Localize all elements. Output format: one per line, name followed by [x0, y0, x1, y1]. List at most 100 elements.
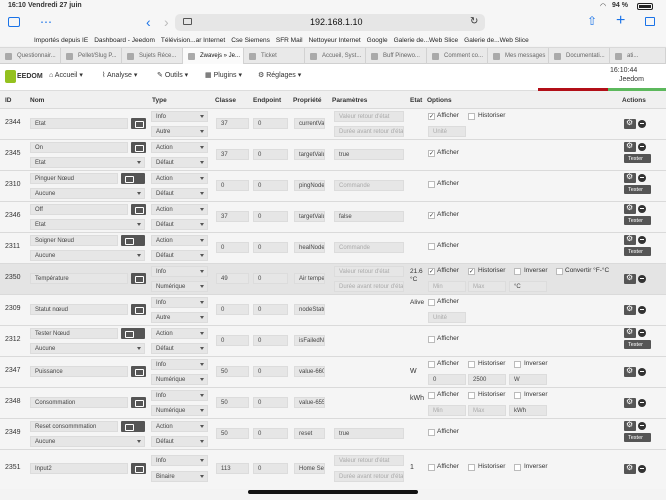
classe-input[interactable]: 37 — [216, 211, 249, 222]
configure-gear-button[interactable] — [624, 327, 636, 338]
icon-picker-button[interactable] — [131, 397, 146, 408]
configure-gear-button[interactable] — [624, 463, 636, 474]
propriete-input[interactable]: healNode — [294, 242, 325, 253]
browser-tab[interactable]: Pellet/Slug P... — [61, 48, 122, 64]
icon-picker-button[interactable] — [131, 463, 146, 474]
configure-gear-button[interactable] — [624, 397, 636, 408]
page-format-icon[interactable] — [183, 18, 192, 25]
configure-gear-button[interactable] — [624, 172, 636, 183]
tester-button[interactable]: Tester — [624, 247, 651, 256]
icon-picker-button[interactable] — [131, 204, 146, 215]
type-select[interactable]: Info — [151, 111, 208, 122]
endpoint-input[interactable]: 0 — [253, 180, 288, 191]
tester-button[interactable]: Tester — [624, 154, 651, 163]
cmd-name-input[interactable]: Température — [30, 273, 128, 284]
commande-input[interactable]: true — [334, 149, 404, 160]
configure-gear-button[interactable] — [624, 304, 636, 315]
classe-input[interactable]: 50 — [216, 366, 249, 377]
min-input[interactable]: Min — [428, 405, 466, 416]
afficher-checkbox[interactable]: ✓ — [428, 113, 435, 120]
type-select[interactable]: Info — [151, 390, 208, 401]
nav-reglages[interactable]: ⚙ Réglages ▾ — [258, 71, 301, 79]
subtype-select[interactable]: Numérique — [151, 281, 208, 292]
propriete-input[interactable]: isFailedNo — [294, 335, 325, 346]
remove-cmd-icon[interactable] — [638, 236, 646, 244]
value-select[interactable]: Aucune — [30, 436, 145, 447]
new-tab-icon[interactable]: + — [616, 12, 625, 30]
min-input[interactable]: Min — [428, 281, 466, 292]
icon-picker-button[interactable] — [131, 118, 146, 129]
bookmark-item[interactable]: Galerie de...Web Slice — [394, 37, 459, 44]
propriete-input[interactable]: Air tempe — [294, 273, 325, 284]
value-select[interactable]: Aucune — [30, 250, 145, 261]
icon-picker-button[interactable] — [131, 366, 146, 377]
type-select[interactable]: Action — [151, 235, 208, 246]
remove-cmd-icon[interactable] — [638, 329, 646, 337]
afficher-checkbox[interactable] — [428, 243, 435, 250]
type-select[interactable]: Action — [151, 421, 208, 432]
cmd-name-input[interactable]: Input2 — [30, 463, 128, 474]
cmd-name-input[interactable]: Pinguer Nœud — [30, 173, 118, 184]
forward-icon[interactable]: › — [164, 14, 169, 30]
endpoint-input[interactable]: 0 — [253, 304, 288, 315]
commande-input[interactable]: Commande — [334, 242, 404, 253]
afficher-checkbox[interactable] — [428, 336, 435, 343]
commande-input[interactable]: true — [334, 428, 404, 439]
subtype-select[interactable]: Numérique — [151, 374, 208, 385]
inverser-checkbox[interactable] — [514, 268, 521, 275]
valeur-retour-input[interactable]: Valeur retour d'état — [334, 111, 404, 122]
endpoint-input[interactable]: 0 — [253, 397, 288, 408]
propriete-input[interactable]: value-660 — [294, 366, 325, 377]
nav-analyse[interactable]: ⌇ Analyse ▾ — [102, 71, 137, 79]
browser-tab[interactable]: Ticket — [244, 48, 305, 64]
subtype-select[interactable]: Numérique — [151, 405, 208, 416]
value-select[interactable]: Aucune — [30, 188, 145, 199]
commande-input[interactable]: false — [334, 211, 404, 222]
inverser-checkbox[interactable] — [514, 361, 521, 368]
value-select[interactable]: Etat — [30, 157, 145, 168]
bookmark-item[interactable]: Nettoyeur Internet — [309, 37, 361, 44]
bookmark-item[interactable]: Dashboard - Jeedom — [94, 37, 155, 44]
browser-tab[interactable]: Documentati... — [549, 48, 610, 64]
heart-icon[interactable] — [121, 328, 145, 339]
jeedom-logo-icon[interactable] — [5, 70, 16, 83]
nav-plugins[interactable]: ▦ Plugins ▾ — [205, 71, 242, 79]
propriete-input[interactable]: reset — [294, 428, 325, 439]
endpoint-input[interactable]: 0 — [253, 118, 288, 129]
unite-input[interactable]: Unité — [428, 126, 466, 137]
afficher-checkbox[interactable]: ✓ — [428, 150, 435, 157]
cmd-name-input[interactable]: Etat — [30, 118, 128, 129]
subtype-select[interactable]: Défaut — [151, 188, 208, 199]
classe-input[interactable]: 0 — [216, 335, 249, 346]
endpoint-input[interactable]: 0 — [253, 463, 288, 474]
jeedom-logo[interactable]: EEDOM — [17, 73, 43, 80]
propriete-input[interactable]: currentVa — [294, 118, 325, 129]
subtype-select[interactable]: Défaut — [151, 157, 208, 168]
browser-tab[interactable]: Questionnair... — [0, 48, 61, 64]
subtype-select[interactable]: Autre — [151, 312, 208, 323]
reload-icon[interactable]: ↻ — [470, 16, 478, 27]
sidebar-icon[interactable] — [8, 17, 20, 27]
endpoint-input[interactable]: 0 — [253, 366, 288, 377]
remove-cmd-icon[interactable] — [638, 205, 646, 213]
type-select[interactable]: Action — [151, 173, 208, 184]
type-select[interactable]: Info — [151, 359, 208, 370]
browser-tab[interactable]: Comment co... — [427, 48, 488, 64]
dots-icon[interactable]: ⋯ — [40, 15, 52, 29]
icon-picker-button[interactable] — [131, 142, 146, 153]
max-input[interactable]: Max — [468, 405, 506, 416]
subtype-select[interactable]: Autre — [151, 126, 208, 137]
cmd-name-input[interactable]: Soigner Nœud — [30, 235, 118, 246]
unite-input[interactable]: Unité — [428, 312, 466, 323]
info-icon[interactable] — [131, 304, 146, 315]
min-input[interactable]: 0 — [428, 374, 466, 385]
afficher-checkbox[interactable] — [428, 361, 435, 368]
configure-gear-button[interactable] — [624, 273, 636, 284]
historiser-checkbox[interactable] — [468, 113, 475, 120]
classe-input[interactable]: 49 — [216, 273, 249, 284]
heal-icon[interactable] — [121, 235, 145, 246]
afficher-checkbox[interactable] — [428, 181, 435, 188]
propriete-input[interactable]: nodeStatu — [294, 304, 325, 315]
configure-gear-button[interactable] — [624, 118, 636, 129]
remove-cmd-icon[interactable] — [638, 422, 646, 430]
